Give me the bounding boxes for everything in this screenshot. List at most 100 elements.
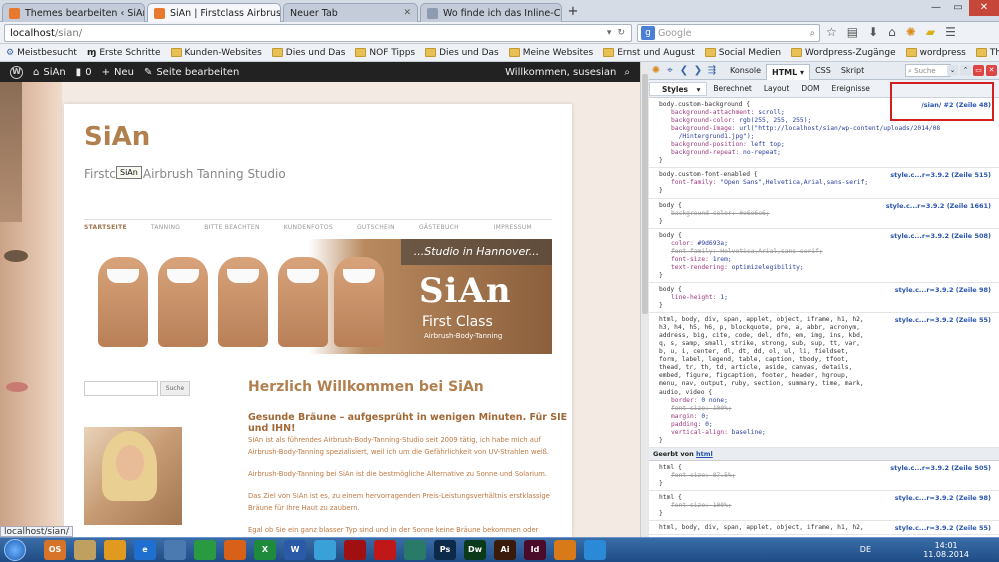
css-selector[interactable]: embed, figure, figcaption, footer, heade…: [659, 372, 993, 380]
nav-item-bitte-beachten[interactable]: BITTE BEACHTEN: [204, 224, 260, 231]
addon-icon[interactable]: ▰: [926, 25, 935, 39]
maximize-icon[interactable]: ▭: [947, 0, 969, 16]
bookmark-folder[interactable]: wordpress: [905, 48, 966, 58]
css-source-link[interactable]: style.c...r=3.9.2 (Zeile 505): [890, 464, 991, 472]
side-tab-styles[interactable]: Styles ▾: [649, 81, 708, 96]
css-declaration[interactable]: border: 0 none;: [659, 397, 993, 405]
tab-new[interactable]: Neuer Tab ✕: [283, 3, 418, 22]
site-title[interactable]: SiAn: [84, 122, 150, 152]
taskbar-app-icon[interactable]: [74, 540, 96, 560]
css-selector[interactable]: q, s, samp, small, strike, strong, sub, …: [659, 340, 993, 348]
taskbar-app-icon[interactable]: [344, 540, 366, 560]
css-source-link[interactable]: style.c...r=3.9.2 (Zeile 55): [895, 316, 991, 324]
css-source-link[interactable]: style.c...r=3.9.2 (Zeile 515): [890, 171, 991, 179]
close-icon[interactable]: ✕: [986, 65, 997, 76]
side-tab-dom[interactable]: DOM: [795, 84, 825, 93]
nav-item-kundenfotos[interactable]: KUNDENFOTOS: [284, 224, 333, 231]
bookmark-folder[interactable]: NOF Tipps: [355, 48, 415, 58]
css-selector[interactable]: menu, nav, output, ruby, section, summar…: [659, 380, 993, 388]
breadcrumb-icon[interactable]: ⇶: [705, 65, 719, 76]
css-selector[interactable]: h3, h4, h5, h6, p, blockquote, pre, a, a…: [659, 324, 993, 332]
css-declaration[interactable]: font-size: 87.5%;: [659, 472, 993, 480]
taskbar-app-icon[interactable]: [194, 540, 216, 560]
taskbar-app-icon[interactable]: X: [254, 540, 276, 560]
css-declaration[interactable]: background-position: left top;: [659, 141, 993, 149]
bookmark-folder[interactable]: Themes: [975, 48, 999, 58]
inspect-icon[interactable]: ⌖: [663, 65, 677, 76]
fb-tab-skript[interactable]: Skript: [836, 66, 869, 75]
taskbar-app-icon[interactable]: [224, 540, 246, 560]
search-icon[interactable]: ⌕: [624, 67, 630, 78]
new-tab-button[interactable]: +: [564, 4, 582, 20]
taskbar-app-icon[interactable]: [404, 540, 426, 560]
css-source-link[interactable]: style.c...r=3.9.2 (Zeile 55): [895, 524, 991, 532]
bookmark-folder[interactable]: Meine Websites: [508, 48, 593, 58]
tab-sian[interactable]: SiAn | Firstclass Airbrush Ta...✕: [147, 3, 281, 23]
close-tab-icon[interactable]: ✕: [397, 8, 411, 18]
close-window-icon[interactable]: ✕: [969, 0, 999, 16]
url-bar[interactable]: localhost/sian/ ▾ ↻: [4, 24, 632, 42]
search-icon[interactable]: ⌕: [810, 28, 815, 39]
css-declaration[interactable]: line-height: 1;: [659, 294, 993, 302]
taskbar-app-icon[interactable]: e: [134, 540, 156, 560]
bookmark-folder[interactable]: Ernst und August: [603, 48, 695, 58]
css-selector[interactable]: audio, video {: [659, 389, 993, 397]
side-tab-layout[interactable]: Layout: [758, 84, 796, 93]
css-declaration[interactable]: font-size: 100%;: [659, 502, 993, 510]
css-selector[interactable]: thead, tr, th, td, article, aside, canva…: [659, 364, 993, 372]
css-declaration[interactable]: color: #9d693a;: [659, 240, 993, 248]
forward-icon[interactable]: ❯: [691, 65, 705, 76]
taskbar-app-icon[interactable]: Id: [524, 540, 546, 560]
taskbar-app-icon[interactable]: Ai: [494, 540, 516, 560]
css-source-link[interactable]: style.c...r=3.9.2 (Zeile 98): [895, 494, 991, 502]
taskbar-app-icon[interactable]: Dw: [464, 540, 486, 560]
css-declaration[interactable]: font-family: "Open Sans",Helvetica,Arial…: [659, 179, 993, 187]
language-indicator[interactable]: DE: [860, 545, 871, 554]
css-selector[interactable]: form, label, legend, table, caption, tbo…: [659, 356, 993, 364]
bookmark-folder[interactable]: Dies und Das: [425, 48, 499, 58]
css-declaration[interactable]: font-family: Helvetica,Arial,sans-serif;: [659, 248, 993, 256]
bookmark-erste-schritte[interactable]: ɱ Erste Schritte: [87, 48, 161, 58]
css-declaration[interactable]: padding: 0;: [659, 421, 993, 429]
nav-item-startseite[interactable]: STARTSEITE: [84, 224, 127, 231]
fb-tab-html[interactable]: HTML ▾: [766, 63, 811, 80]
css-declaration[interactable]: text-rendering: optimizelegibility;: [659, 264, 993, 272]
css-declaration[interactable]: font-size: 100%;: [659, 405, 993, 413]
site-search-button[interactable]: Suche: [160, 381, 190, 396]
reload-icon[interactable]: ↻: [617, 28, 625, 38]
taskbar-app-icon[interactable]: Ps: [434, 540, 456, 560]
css-declaration[interactable]: /Hintergrund1.jpg");: [659, 133, 993, 141]
dropdown-arrow-icon[interactable]: ▾: [607, 28, 612, 38]
css-source-link[interactable]: style.c...r=3.9.2 (Zeile 1661): [886, 202, 991, 210]
web-search-box[interactable]: g Google ⌕: [637, 24, 820, 42]
side-tab-ereignisse[interactable]: Ereignisse: [826, 84, 876, 93]
page-scrollbar[interactable]: [640, 62, 649, 537]
firebug-icon[interactable]: ✺: [906, 25, 916, 39]
chevron-down-icon[interactable]: ⌄: [947, 65, 958, 76]
bookmark-folder[interactable]: Kunden-Websites: [170, 48, 262, 58]
fb-tab-konsole[interactable]: Konsole: [725, 66, 766, 75]
taskbar-app-icon[interactable]: [554, 540, 576, 560]
wp-comments-link[interactable]: ▮ 0: [76, 67, 92, 78]
css-selector[interactable]: address, big, cite, code, del, dfn, em, …: [659, 332, 993, 340]
css-source-link[interactable]: style.c...r=3.9.2 (Zeile 98): [895, 286, 991, 294]
chevron-up-icon[interactable]: ⌃: [960, 65, 971, 76]
nav-item-gutschein[interactable]: GUTSCHEIN: [357, 224, 395, 231]
tab-inline-css[interactable]: Wo finde ich das Inline-CS...✕: [420, 3, 562, 22]
css-declaration[interactable]: background-image: url("http://localhost/…: [659, 125, 993, 133]
bookmarks-menu-icon[interactable]: ▤: [847, 25, 858, 39]
taskbar-app-icon[interactable]: OS: [44, 540, 66, 560]
css-declaration[interactable]: background-color: #e6e6e6;: [659, 210, 993, 218]
bookmark-folder[interactable]: Social Medien: [704, 48, 781, 58]
bookmark-folder[interactable]: Wordpress-Zugänge: [791, 48, 896, 58]
taskbar-app-icon[interactable]: W: [284, 540, 306, 560]
css-declaration[interactable]: vertical-align: baseline;: [659, 429, 993, 437]
css-declaration[interactable]: background-repeat: no-repeat;: [659, 149, 993, 157]
menu-icon[interactable]: ☰: [945, 25, 956, 39]
tab-themes[interactable]: Themes bearbeiten ‹ SiAn ...✕: [2, 3, 145, 22]
wp-logo-menu[interactable]: W: [10, 65, 23, 79]
taskbar-app-icon[interactable]: [164, 540, 186, 560]
inherited-element-link[interactable]: html: [696, 450, 713, 458]
nav-item-impressum[interactable]: IMPRESSUM: [494, 224, 532, 231]
home-icon[interactable]: ⌂: [888, 25, 896, 39]
